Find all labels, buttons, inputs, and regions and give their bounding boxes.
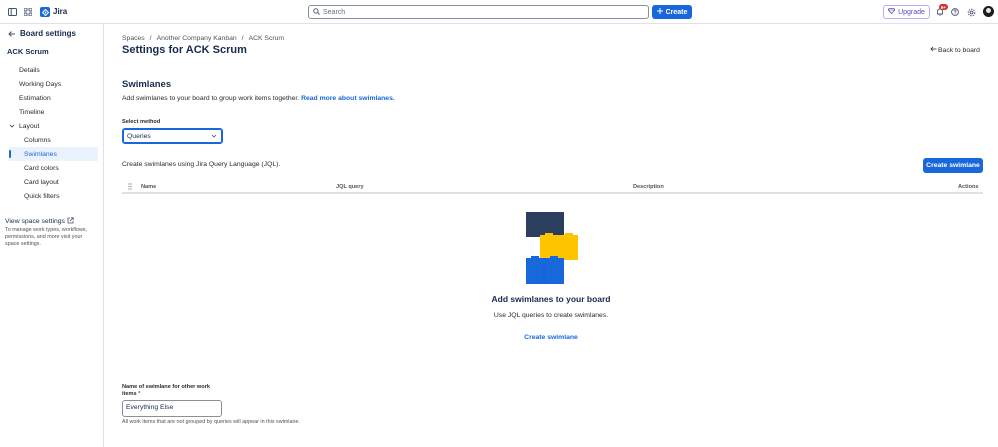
sidebar-item-card-layout[interactable]: Card layout bbox=[24, 175, 59, 189]
back-arrow-icon[interactable] bbox=[8, 30, 16, 38]
breadcrumb-project[interactable]: Another Company Kanban bbox=[157, 35, 237, 42]
other-swimlane-helper-text: All work items that are not grouped by q… bbox=[122, 419, 300, 425]
sidebar-item-columns[interactable]: Columns bbox=[24, 133, 51, 147]
sidebar-item-details[interactable]: Details bbox=[19, 63, 40, 77]
sidebar-item-timeline[interactable]: Timeline bbox=[19, 105, 44, 119]
sidebar-item-quick-filters[interactable]: Quick filters bbox=[24, 189, 60, 203]
search-icon bbox=[313, 8, 320, 17]
empty-state-create-link: Create swimlane bbox=[104, 334, 998, 341]
column-header-description: Description bbox=[633, 184, 664, 190]
app-switcher-icon[interactable] bbox=[22, 6, 34, 18]
chevron-down-icon bbox=[211, 133, 217, 141]
view-space-settings-label: View space settings bbox=[5, 218, 65, 225]
other-swimlane-name-field[interactable] bbox=[122, 400, 222, 417]
breadcrumb-board[interactable]: ACK Scrum bbox=[249, 35, 285, 42]
read-more-link[interactable]: Read more about swimlanes. bbox=[301, 95, 395, 102]
column-header-jql: JQL query bbox=[336, 184, 364, 190]
user-avatar[interactable] bbox=[983, 6, 994, 17]
back-to-board-label: Back to board bbox=[938, 46, 980, 54]
jql-description: Create swimlanes using Jira Query Langua… bbox=[122, 161, 281, 168]
section-title: Swimlanes bbox=[122, 79, 172, 90]
table-header: Name JQL query Description Actions bbox=[122, 180, 983, 194]
arrow-left-icon bbox=[930, 46, 937, 54]
search-input[interactable]: Search bbox=[308, 5, 649, 19]
empty-state-description-text: Use JQL queries to create swimlanes. bbox=[493, 312, 609, 319]
sidebar-header-title: Board settings bbox=[20, 29, 77, 38]
page-title: Settings for ACK Scrum bbox=[122, 44, 247, 56]
sidebar-item-card-colors[interactable]: Card colors bbox=[24, 161, 59, 175]
empty-state-title-text: Add swimlanes to your board bbox=[491, 294, 611, 304]
other-swimlane-name-input[interactable] bbox=[126, 404, 218, 411]
other-swimlane-label-text: Name of swimlane for other work items bbox=[122, 384, 210, 397]
create-swimlane-button[interactable]: Create swimlane bbox=[923, 158, 983, 173]
sidebar: Board settings ACK Scrum Details Working… bbox=[0, 24, 104, 447]
sidebar-item-swimlanes[interactable]: Swimlanes bbox=[9, 147, 98, 161]
blocks-illustration bbox=[526, 210, 578, 286]
search-placeholder: Search bbox=[323, 9, 346, 16]
create-button[interactable]: Create bbox=[652, 5, 692, 19]
empty-state-title: Add swimlanes to your board bbox=[104, 294, 998, 304]
back-to-board-link[interactable]: Back to board bbox=[930, 46, 980, 54]
sidebar-item-working-days[interactable]: Working Days bbox=[19, 77, 61, 91]
upgrade-button[interactable]: Upgrade bbox=[883, 5, 930, 19]
column-header-name: Name bbox=[141, 184, 157, 190]
breadcrumb-spaces[interactable]: Spaces bbox=[122, 35, 145, 42]
upgrade-label: Upgrade bbox=[898, 8, 925, 16]
plus-icon bbox=[656, 8, 663, 16]
board-name: ACK Scrum bbox=[7, 47, 49, 56]
select-method-label: Select method bbox=[122, 119, 161, 125]
section-description-text: Add swimlanes to your board to group wor… bbox=[122, 95, 300, 102]
chevron-down-icon[interactable] bbox=[9, 123, 15, 131]
view-space-settings-description: To manage work types, workflows, permiss… bbox=[5, 227, 88, 247]
column-header-actions: Actions bbox=[958, 184, 979, 190]
settings-gear-icon[interactable] bbox=[965, 6, 977, 18]
sidebar-item-estimation[interactable]: Estimation bbox=[19, 91, 51, 105]
help-icon[interactable] bbox=[949, 6, 961, 18]
notification-count-badge: 9+ bbox=[939, 4, 948, 10]
breadcrumb: Spaces / Another Company Kanban / ACK Sc… bbox=[122, 35, 284, 42]
section-description: Add swimlanes to your board to group wor… bbox=[122, 95, 395, 102]
drag-handle-icon bbox=[128, 183, 132, 192]
gem-icon bbox=[887, 8, 896, 16]
other-swimlane-label: Name of swimlane for other work items * bbox=[122, 384, 222, 398]
required-asterisk: * bbox=[138, 391, 141, 397]
select-method-dropdown[interactable]: Queries bbox=[122, 128, 223, 144]
app-name[interactable]: Jira bbox=[53, 7, 67, 16]
main-content: Spaces / Another Company Kanban / ACK Sc… bbox=[104, 24, 998, 447]
empty-state-create-swimlane-link[interactable]: Create swimlane bbox=[524, 334, 578, 341]
view-space-settings-link[interactable]: View space settings bbox=[5, 217, 74, 226]
jira-logo-icon[interactable] bbox=[40, 7, 50, 17]
sidebar-toggle-icon[interactable] bbox=[6, 6, 18, 18]
breadcrumb-separator: / bbox=[149, 35, 152, 42]
sidebar-item-layout[interactable]: Layout bbox=[19, 119, 39, 133]
external-link-icon bbox=[67, 217, 74, 226]
create-label: Create bbox=[665, 8, 688, 16]
empty-state-description: Use JQL queries to create swimlanes. bbox=[104, 312, 998, 319]
top-navigation: Jira Search Create Upgrade 9+ bbox=[0, 0, 998, 24]
select-method-value: Queries bbox=[127, 133, 151, 140]
breadcrumb-separator: / bbox=[241, 35, 244, 42]
